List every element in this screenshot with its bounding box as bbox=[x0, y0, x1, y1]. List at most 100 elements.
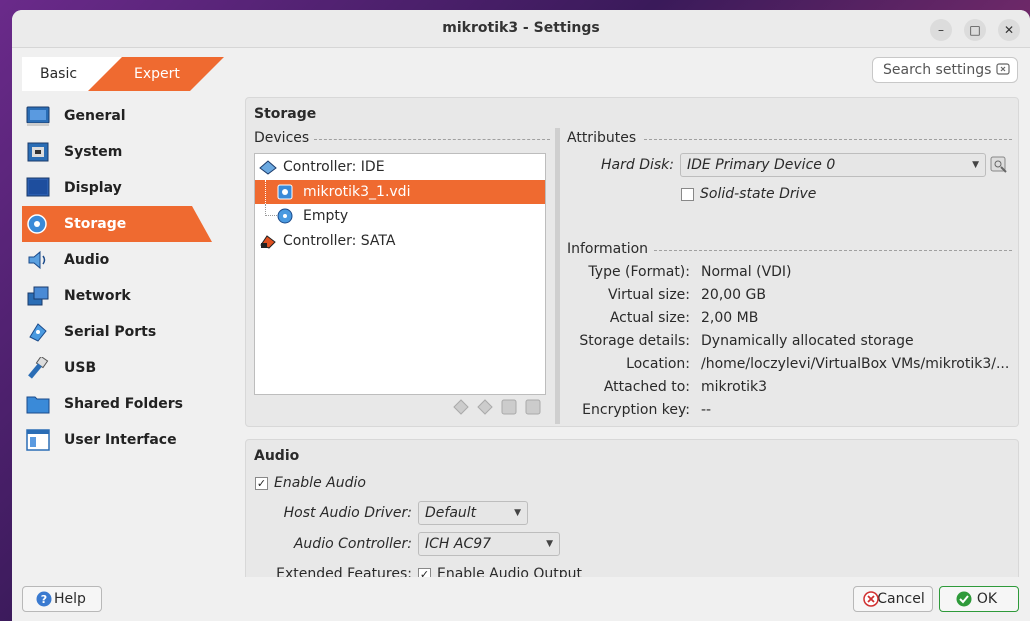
cancel-icon bbox=[863, 591, 879, 607]
usb-icon bbox=[28, 357, 49, 379]
audio-controller-value: ICH AC97 bbox=[425, 536, 492, 552]
sidebar-item-usb[interactable]: USB bbox=[22, 350, 214, 386]
info-actual-size-label: Actual size: bbox=[609, 310, 690, 326]
general-icon bbox=[26, 106, 50, 126]
sidebar-item-label: User Interface bbox=[64, 432, 177, 448]
sidebar-item-network[interactable]: Network bbox=[22, 278, 214, 314]
title-bar: mikrotik3 - Settings – □ ✕ bbox=[12, 10, 1030, 48]
enable-audio-checkbox[interactable]: ✓ bbox=[255, 477, 268, 490]
ide-controller-icon bbox=[259, 160, 277, 175]
info-location-label: Location: bbox=[626, 356, 690, 372]
info-attached-to-label: Attached to: bbox=[603, 379, 690, 395]
tree-item-controller-ide[interactable]: Controller: IDE bbox=[255, 155, 545, 179]
settings-sidebar: General System Display Storage Audio Net… bbox=[22, 98, 214, 458]
tree-item-label: mikrotik3_1.vdi bbox=[303, 184, 411, 200]
ssd-label: Solid-state Drive bbox=[700, 186, 817, 202]
tree-item-label: Empty bbox=[303, 208, 349, 224]
devices-label: Devices bbox=[254, 130, 310, 146]
tree-item-controller-sata[interactable]: Controller: SATA bbox=[255, 229, 545, 253]
sidebar-item-storage[interactable]: Storage bbox=[22, 206, 212, 242]
tree-item-empty[interactable]: Empty bbox=[255, 204, 545, 228]
attributes-label: Attributes bbox=[567, 130, 637, 146]
chevron-down-icon: ▼ bbox=[972, 160, 979, 170]
info-type-value: Normal (VDI) bbox=[701, 264, 792, 280]
sata-controller-icon bbox=[260, 235, 276, 249]
host-audio-driver-select[interactable]: Default ▼ bbox=[418, 501, 528, 525]
sidebar-item-label: Serial Ports bbox=[64, 324, 157, 340]
audio-controller-select[interactable]: ICH AC97 ▼ bbox=[418, 532, 560, 556]
tree-item-mikrotik3-vdi[interactable]: mikrotik3_1.vdi bbox=[255, 180, 545, 204]
maximize-button[interactable]: □ bbox=[964, 19, 986, 41]
chevron-down-icon: ▼ bbox=[514, 508, 521, 518]
hard-disk-icon bbox=[277, 184, 293, 200]
hard-disk-value: IDE Primary Device 0 bbox=[687, 157, 836, 173]
audio-title: Audio bbox=[254, 448, 300, 464]
user-interface-icon bbox=[26, 429, 50, 451]
settings-window: mikrotik3 - Settings – □ ✕ Basic Expert … bbox=[12, 10, 1030, 621]
optical-disc-icon bbox=[277, 208, 293, 224]
storage-icon bbox=[27, 214, 47, 234]
sidebar-item-label: Network bbox=[64, 288, 131, 304]
info-location-value: /home/loczylevi/VirtualBox VMs/mikrotik3… bbox=[701, 356, 1010, 372]
info-type-label: Type (Format): bbox=[588, 264, 690, 280]
ssd-checkbox[interactable] bbox=[681, 188, 694, 201]
host-audio-driver-label: Host Audio Driver: bbox=[283, 505, 412, 521]
close-button[interactable]: ✕ bbox=[998, 19, 1020, 41]
information-label: Information bbox=[567, 241, 649, 257]
tree-item-label: Controller: IDE bbox=[283, 159, 385, 175]
audio-controller-label: Audio Controller: bbox=[293, 536, 412, 552]
chevron-down-icon: ▼ bbox=[546, 539, 553, 549]
shared-folders-icon bbox=[26, 396, 50, 414]
hard-disk-select[interactable]: IDE Primary Device 0 ▼ bbox=[680, 153, 986, 177]
mode-switch: Basic Expert bbox=[22, 57, 212, 91]
tree-item-label: Controller: SATA bbox=[283, 233, 396, 249]
host-audio-driver-value: Default bbox=[425, 505, 477, 521]
search-input[interactable]: Search settings bbox=[872, 57, 1018, 83]
ok-button[interactable]: OK bbox=[939, 586, 1019, 612]
info-actual-size-value: 2,00 MB bbox=[701, 310, 759, 326]
hard-disk-label: Hard Disk: bbox=[601, 157, 674, 173]
sidebar-item-user-interface[interactable]: User Interface bbox=[22, 422, 214, 458]
info-storage-details-value: Dynamically allocated storage bbox=[701, 333, 914, 349]
display-icon bbox=[26, 177, 50, 197]
sidebar-item-serial-ports[interactable]: Serial Ports bbox=[22, 314, 214, 350]
network-icon bbox=[27, 286, 49, 306]
ok-icon bbox=[956, 591, 972, 607]
enable-audio-label: Enable Audio bbox=[274, 475, 366, 491]
sidebar-item-label: General bbox=[64, 108, 126, 124]
add-controller-icon[interactable] bbox=[452, 398, 470, 416]
sidebar-item-label: System bbox=[64, 144, 123, 160]
clear-search-icon[interactable] bbox=[995, 61, 1011, 77]
help-icon: ? bbox=[36, 591, 52, 607]
system-icon bbox=[27, 142, 49, 162]
info-attached-to-value: mikrotik3 bbox=[701, 379, 768, 395]
information-divider bbox=[654, 250, 1012, 251]
sidebar-item-label: USB bbox=[64, 360, 97, 376]
sidebar-item-system[interactable]: System bbox=[22, 134, 214, 170]
search-placeholder: Search settings bbox=[883, 62, 992, 78]
window-title: mikrotik3 - Settings bbox=[442, 20, 600, 36]
storage-title: Storage bbox=[254, 106, 317, 122]
tree-connector bbox=[265, 180, 266, 204]
cancel-button[interactable]: Cancel bbox=[853, 586, 933, 612]
minimize-button[interactable]: – bbox=[930, 19, 952, 41]
sidebar-item-display[interactable]: Display bbox=[22, 170, 214, 206]
info-virtual-size-label: Virtual size: bbox=[607, 287, 690, 303]
devices-divider bbox=[314, 139, 550, 140]
choose-disk-icon[interactable] bbox=[989, 155, 1009, 175]
sidebar-item-label: Storage bbox=[64, 216, 127, 232]
attributes-divider bbox=[644, 139, 1012, 140]
audio-icon bbox=[28, 250, 46, 270]
info-encryption-key-label: Encryption key: bbox=[582, 402, 690, 418]
info-virtual-size-value: 20,00 GB bbox=[701, 287, 766, 303]
info-encryption-key-value: -- bbox=[701, 402, 712, 418]
sidebar-item-audio[interactable]: Audio bbox=[22, 242, 214, 278]
info-storage-details-label: Storage details: bbox=[579, 333, 690, 349]
svg-text:?: ? bbox=[41, 593, 47, 606]
sidebar-item-label: Audio bbox=[64, 252, 110, 268]
sidebar-item-general[interactable]: General bbox=[22, 98, 214, 134]
sidebar-item-label: Shared Folders bbox=[64, 396, 183, 412]
sidebar-item-shared-folders[interactable]: Shared Folders bbox=[22, 386, 214, 422]
serial-ports-icon bbox=[29, 323, 47, 342]
help-button[interactable]: ? Help bbox=[22, 586, 102, 612]
